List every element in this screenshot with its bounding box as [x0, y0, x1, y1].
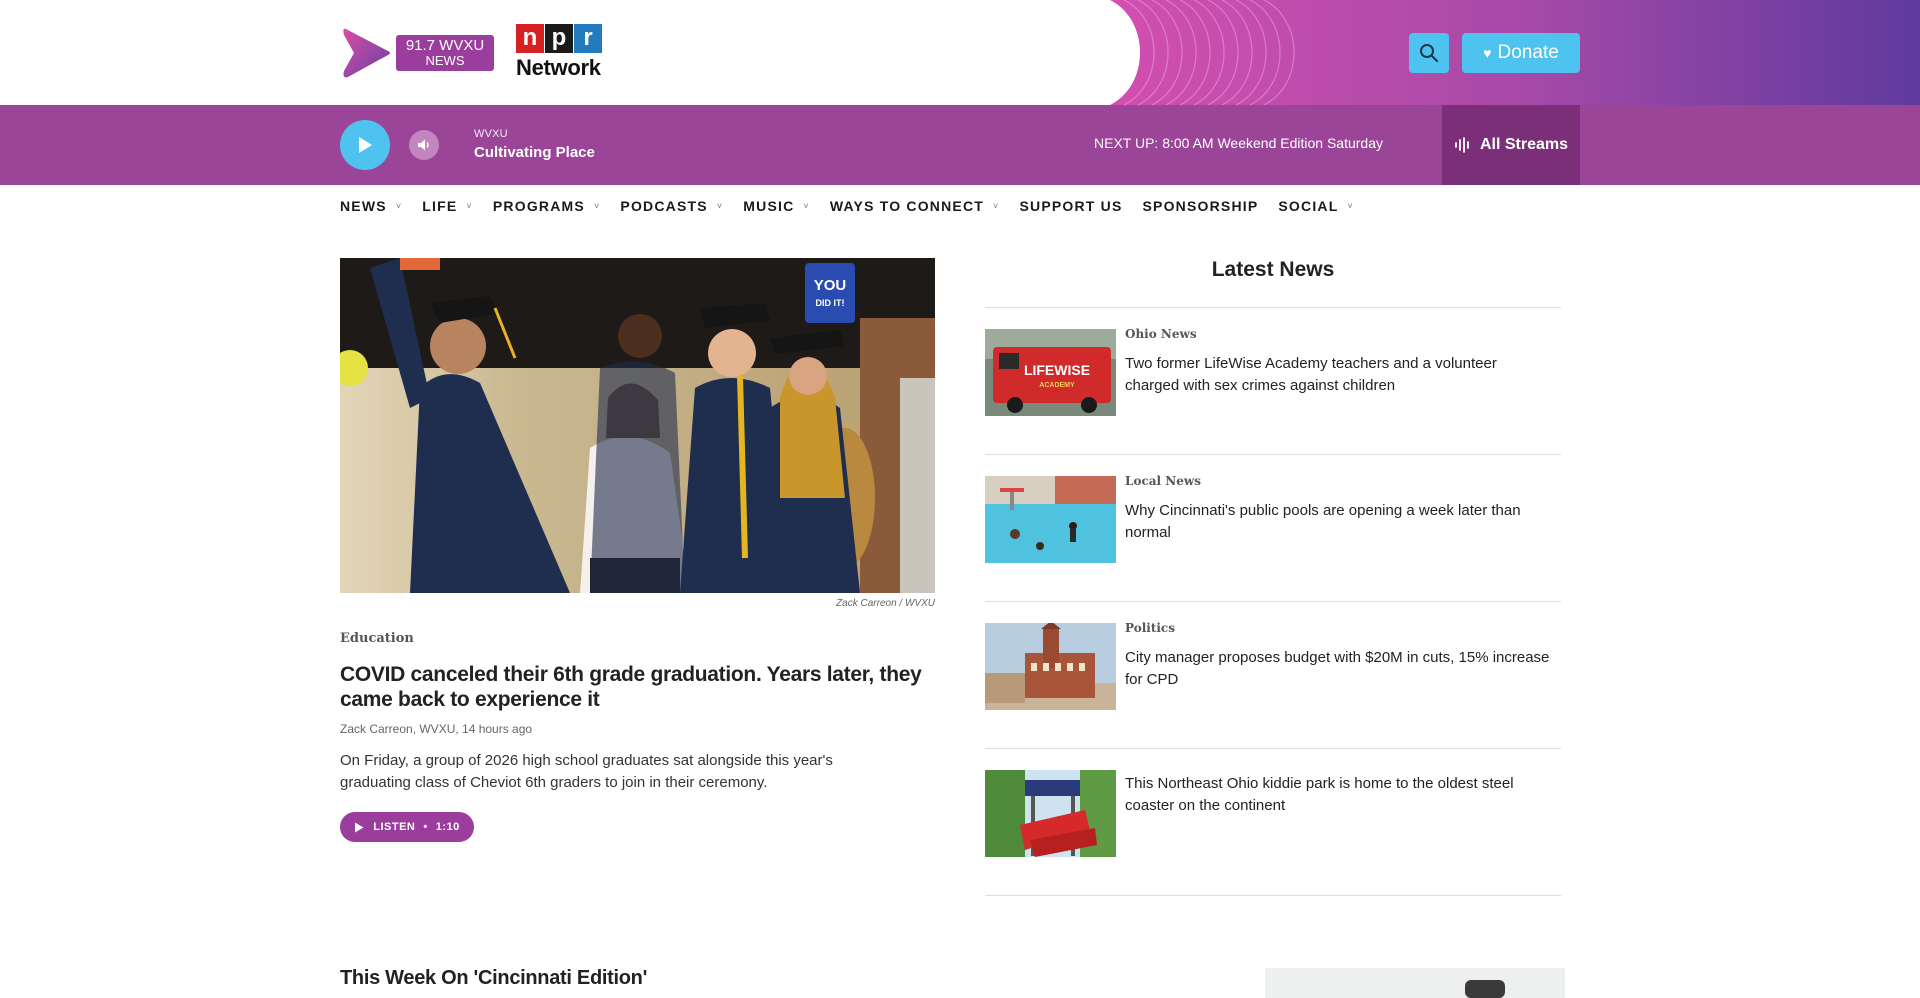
nav-item-podcasts[interactable]: PODCASTS ˅ — [620, 198, 723, 214]
play-icon — [359, 137, 372, 153]
current-show: Cultivating Place — [474, 144, 595, 161]
volume-icon — [418, 139, 429, 151]
nav-item-support-us[interactable]: SUPPORT US — [1019, 198, 1122, 214]
listen-label: LISTEN — [373, 821, 416, 833]
nav-label: SPONSORSHIP — [1142, 198, 1259, 214]
news-thumbnail[interactable] — [985, 770, 1116, 857]
station-name: WVXU — [474, 128, 508, 140]
nav-item-ways-to-connect[interactable]: WAYS TO CONNECT ˅ — [830, 198, 1000, 214]
bus-text: LIFEWISE — [1024, 362, 1090, 378]
nav-item-programs[interactable]: PROGRAMS ˅ — [493, 198, 601, 214]
nav-label: WAYS TO CONNECT — [829, 198, 985, 214]
latest-news-item[interactable]: This Northeast Ohio kiddie park is home … — [985, 749, 1561, 896]
chevron-down-icon[interactable]: ˅ — [594, 201, 600, 211]
news-thumbnail[interactable]: LIFEWISE ACADEMY — [985, 329, 1116, 416]
story-teaser: On Friday, a group of 2026 high school g… — [340, 752, 833, 791]
volume-button[interactable] — [409, 130, 439, 160]
listen-duration: 1:10 — [435, 821, 460, 833]
nav-item-music[interactable]: MUSIC ˅ — [743, 198, 810, 214]
chevron-down-icon[interactable]: ˅ — [466, 201, 472, 211]
nav-label: PODCASTS — [620, 198, 708, 214]
donate-label: Donate — [1497, 42, 1559, 63]
nav-label: MUSIC — [743, 198, 795, 214]
sign-text: YOU — [814, 277, 847, 294]
audio-wave-icon — [1455, 137, 1469, 153]
logo-line-2: NEWS — [425, 52, 465, 68]
logo-line-1: 91.7 WVXU — [405, 36, 485, 54]
news-thumbnail[interactable] — [985, 623, 1116, 710]
nav-label: SUPPORT US — [1019, 198, 1123, 214]
news-headline[interactable]: This Northeast Ohio kiddie park is home … — [1125, 773, 1555, 817]
logo-badge: 91.7 WVXU NEWS — [396, 34, 494, 71]
latest-news-item[interactable]: LIFEWISE ACADEMY Ohio News Two former Li… — [985, 308, 1561, 455]
nav-label: NEWS — [340, 198, 387, 214]
section-title: This Week On 'Cincinnati Edition' — [340, 967, 648, 989]
station-logo[interactable]: 91.7 WVXU NEWS n p r Network — [340, 24, 603, 81]
news-thumbnail[interactable] — [985, 476, 1116, 563]
news-headline[interactable]: Why Cincinnati's public pools are openin… — [1125, 500, 1555, 544]
next-up: NEXT UP: 8:00 AM Weekend Edition Saturda… — [1094, 135, 1383, 151]
logo-play-icon — [343, 28, 390, 77]
heart-icon: ♥ — [1483, 45, 1492, 61]
chevron-down-icon[interactable]: ˅ — [396, 201, 402, 211]
graduation-photo: YOU DID IT! — [340, 258, 935, 593]
live-player-bar: WVXU Cultivating Place NEXT UP: 8:00 AM … — [0, 105, 1920, 185]
latest-news-item[interactable]: Local News Why Cincinnati's public pools… — [985, 455, 1561, 602]
npr-letter-r: r — [574, 24, 602, 53]
main-story-image[interactable]: YOU DID IT! — [340, 258, 935, 593]
svg-text:ACADEMY: ACADEMY — [1039, 382, 1075, 389]
chevron-down-icon[interactable]: ˅ — [717, 201, 723, 211]
latest-news-item[interactable]: Politics City manager proposes budget wi… — [985, 602, 1561, 749]
all-streams-label: All Streams — [1479, 136, 1569, 153]
nav-label: PROGRAMS — [492, 198, 585, 214]
npr-network-label: Network — [516, 55, 601, 80]
news-headline[interactable]: City manager proposes budget with $20M i… — [1125, 647, 1555, 691]
nav-item-social[interactable]: SOCIAL ˅ — [1278, 198, 1354, 214]
story-byline: Zack Carreon, WVXU, 14 hours ago — [340, 722, 533, 736]
latest-news-title: Latest News — [1211, 258, 1335, 281]
now-playing: WVXU Cultivating Place — [474, 128, 595, 161]
separator-dot: • — [423, 821, 428, 833]
svg-text:DID IT!: DID IT! — [816, 298, 845, 308]
nav-label: SOCIAL — [1278, 198, 1339, 214]
donate-button[interactable]: ♥ Donate — [1462, 33, 1580, 73]
all-streams-button[interactable]: All Streams — [1442, 105, 1580, 185]
news-category[interactable]: Local News — [1125, 474, 1201, 488]
next-up-label: NEXT UP: — [1094, 135, 1159, 151]
npr-letter-n: n — [516, 24, 544, 53]
ad-placeholder[interactable] — [1265, 968, 1565, 998]
chevron-down-icon[interactable]: ˅ — [1347, 201, 1353, 211]
play-icon — [355, 822, 364, 832]
search-icon — [1420, 44, 1439, 63]
site-header: 91.7 WVXU NEWS n p r Network ♥ Donate — [0, 0, 1920, 105]
news-headline[interactable]: Two former LifeWise Academy teachers and… — [1125, 353, 1555, 397]
npr-network-logo[interactable]: n p r Network — [516, 24, 603, 81]
chevron-down-icon[interactable]: ˅ — [803, 201, 809, 211]
nav-item-news[interactable]: NEWS ˅ — [340, 198, 402, 214]
play-button[interactable] — [340, 120, 390, 170]
news-category[interactable]: Ohio News — [1125, 327, 1197, 341]
npr-letter-p: p — [545, 24, 573, 53]
news-category[interactable]: Politics — [1125, 621, 1175, 635]
nav-label: LIFE — [422, 198, 458, 214]
nav-item-life[interactable]: LIFE ˅ — [422, 198, 473, 214]
story-headline[interactable]: COVID canceled their 6th grade graduatio… — [340, 662, 940, 712]
search-button[interactable] — [1409, 33, 1449, 73]
next-up-time: 8:00 AM — [1162, 135, 1214, 151]
listen-button[interactable]: LISTEN • 1:10 — [340, 812, 474, 842]
next-up-show: Weekend Edition Saturday — [1217, 135, 1383, 151]
story-category[interactable]: Education — [340, 631, 414, 646]
chevron-down-icon[interactable]: ˅ — [993, 201, 999, 211]
main-nav: NEWS ˅ LIFE ˅ PROGRAMS ˅ PODCASTS ˅ MUSIC ˅ WAYS T… — [340, 198, 1374, 214]
nav-item-sponsorship[interactable]: SPONSORSHIP — [1143, 198, 1259, 214]
photo-credit: Zack Carreon / WVXU — [836, 598, 935, 609]
